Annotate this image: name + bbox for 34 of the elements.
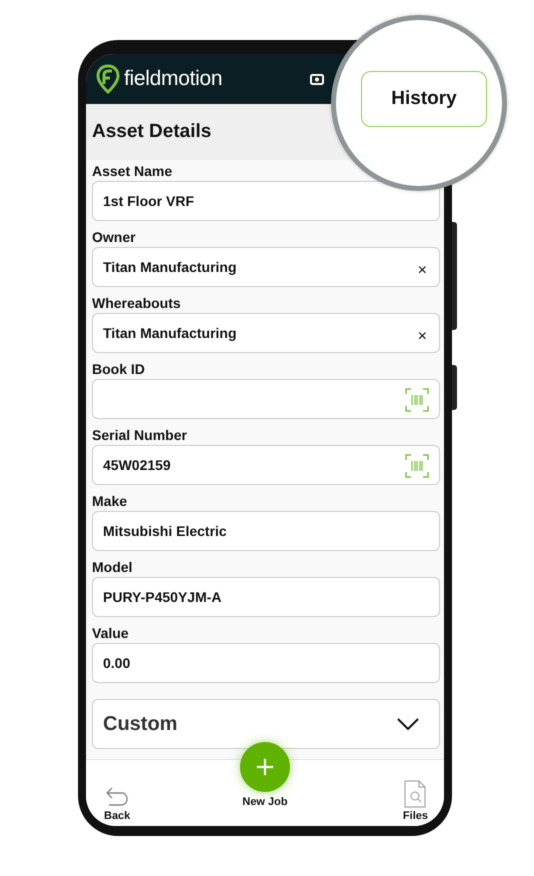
- field-label: Model: [92, 558, 134, 577]
- input-field[interactable]: Titan Manufacturing ×: [92, 247, 440, 287]
- chevron-icon: [397, 718, 419, 730]
- barcode-scan-icon[interactable]: [405, 454, 429, 478]
- field-label: Serial Number: [92, 426, 188, 445]
- clear-button[interactable]: ×: [418, 328, 427, 346]
- pin-logo-icon: [96, 64, 120, 94]
- field-label: Book ID: [92, 360, 146, 379]
- field-label: Value: [92, 624, 130, 643]
- input-field[interactable]: Titan Manufacturing ×: [92, 313, 440, 353]
- file-search-icon: [404, 780, 426, 808]
- field-label: Whereabouts: [92, 294, 182, 313]
- custom-section-dropdown[interactable]: Custom: [92, 699, 440, 749]
- new-job-label: New Job: [242, 796, 288, 808]
- field-label: Owner: [92, 228, 137, 247]
- history-button[interactable]: History: [361, 71, 487, 127]
- barcode-scan-icon[interactable]: [405, 388, 429, 412]
- files-button[interactable]: Files: [402, 780, 428, 822]
- input-field[interactable]: 45W02159: [92, 445, 440, 485]
- input-field[interactable]: 0.00: [92, 643, 440, 683]
- camera-icon[interactable]: [310, 73, 324, 85]
- field-label: Asset Name: [92, 162, 174, 181]
- input-field[interactable]: PURY-P450YJM-A: [92, 577, 440, 617]
- back-button[interactable]: Back: [104, 786, 130, 822]
- input-field[interactable]: [92, 379, 440, 419]
- new-job-button[interactable]: [240, 742, 290, 792]
- back-arrow-icon: [105, 786, 130, 808]
- input-field[interactable]: 1st Floor VRF: [92, 181, 440, 221]
- clear-button[interactable]: ×: [418, 262, 427, 280]
- logo-text: fieldmotion: [124, 67, 222, 91]
- plus-icon: [256, 758, 274, 776]
- section-title: Asset Details: [92, 121, 212, 143]
- input-field[interactable]: Mitsubishi Electric: [92, 511, 440, 551]
- field-label: Make: [92, 492, 128, 511]
